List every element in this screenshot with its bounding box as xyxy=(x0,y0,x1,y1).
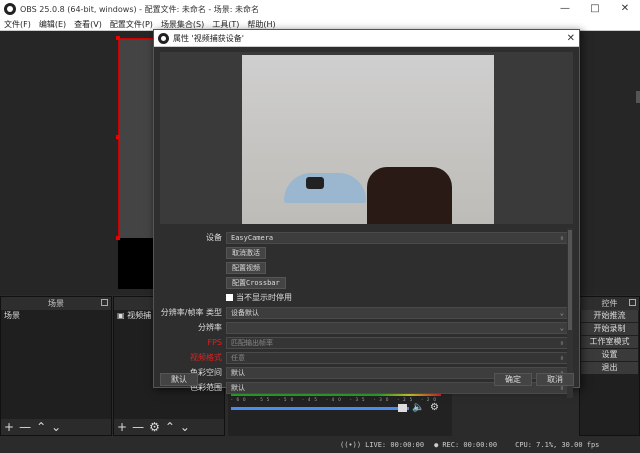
device-label: 设备 xyxy=(206,233,222,242)
properties-dialog: 属性 '视频捕获设备' ✕ 设备 EasyCamera ⇳ 取消激活 配置视频 配… xyxy=(153,29,580,398)
video-format-label: 视频格式 xyxy=(190,353,222,362)
audio-mixer: -60 -55 -50 -45 -40 -35 -30 -25 -20 -15 … xyxy=(228,390,452,436)
configure-video-button[interactable]: 配置视频 xyxy=(226,261,266,274)
fps-select: 匹配输出帧率 ⇳ xyxy=(226,336,568,349)
dialog-titlebar: 属性 '视频捕获设备' ✕ xyxy=(154,30,579,47)
start-streaming-button[interactable]: 开始推流 xyxy=(581,310,638,322)
rec-status: REC: 00:00:00 xyxy=(442,441,498,449)
fps-label: FPS xyxy=(207,338,222,347)
scenes-dock: 场景 场景 + — ⌃ ⌄ xyxy=(0,296,112,436)
volume-slider-knob[interactable] xyxy=(398,404,407,412)
splitter-handle[interactable] xyxy=(636,91,640,103)
resize-handle[interactable] xyxy=(116,36,120,40)
exit-button[interactable]: 退出 xyxy=(581,362,638,374)
source-frame xyxy=(118,238,158,289)
add-icon[interactable]: + xyxy=(4,420,14,434)
add-icon[interactable]: + xyxy=(117,420,127,434)
menu-file[interactable]: 文件(F) xyxy=(0,19,35,30)
video-format-select: 任意 ⇳ xyxy=(226,351,568,364)
chevron-down-icon: ⌄ xyxy=(559,323,564,332)
camera-image xyxy=(242,55,494,224)
move-up-icon[interactable]: ⌃ xyxy=(36,420,46,434)
list-item[interactable]: 场景 xyxy=(1,310,111,321)
remove-icon[interactable]: — xyxy=(19,420,31,434)
properties-form: 设备 EasyCamera ⇳ 取消激活 配置视频 配置Crossbar 当不显示… xyxy=(160,230,568,395)
scenes-dock-title: 场景 xyxy=(1,297,111,310)
remove-icon[interactable]: — xyxy=(132,420,144,434)
cancel-button[interactable]: 取消 xyxy=(536,373,574,386)
gear-icon[interactable]: ⚙ xyxy=(430,402,439,413)
res-type-label: 分辨率/帧率 类型 xyxy=(160,308,222,317)
camera-preview xyxy=(160,52,573,224)
menu-tools[interactable]: 工具(T) xyxy=(208,19,243,30)
move-down-icon[interactable]: ⌄ xyxy=(51,420,61,434)
close-icon[interactable]: ✕ xyxy=(567,30,575,47)
deactivate-when-hidden-checkbox[interactable] xyxy=(226,294,233,301)
speaker-icon[interactable]: 🔈 xyxy=(412,402,424,413)
dialog-title: 属性 '视频捕获设备' xyxy=(173,33,244,43)
checkbox-label: 当不显示时停用 xyxy=(236,293,292,302)
float-dock-icon[interactable] xyxy=(101,299,108,306)
updown-icon: ⇳ xyxy=(559,233,564,242)
cpu-status: CPU: 7.1%, 30.00 fps xyxy=(515,441,600,449)
app-titlebar: OBS 25.0.8 (64-bit, windows) - 配置文件: 未命名… xyxy=(0,0,640,18)
live-icon: ((•)) xyxy=(340,441,362,449)
meter-ticks: -60 -55 -50 -45 -40 -35 -30 -25 -20 -15 … xyxy=(231,397,441,402)
defaults-button[interactable]: 默认 xyxy=(160,373,198,386)
close-icon[interactable]: ✕ xyxy=(610,0,640,18)
resize-handle[interactable] xyxy=(116,236,120,240)
updown-icon: ⇳ xyxy=(559,338,564,347)
settings-button[interactable]: 设置 xyxy=(581,349,638,361)
maximize-icon[interactable]: □ xyxy=(580,0,610,18)
float-dock-icon[interactable] xyxy=(629,299,636,306)
resize-handle[interactable] xyxy=(116,135,120,139)
deactivate-button[interactable]: 取消激活 xyxy=(226,246,266,259)
ok-button[interactable]: 确定 xyxy=(494,373,532,386)
chevron-down-icon: ⌄ xyxy=(559,308,564,317)
menu-profile[interactable]: 配置文件(P) xyxy=(106,19,157,30)
scrollbar-thumb[interactable] xyxy=(568,230,572,330)
menu-help[interactable]: 帮助(H) xyxy=(243,19,279,30)
resolution-select[interactable]: ⌄ xyxy=(226,321,568,334)
controls-dock: 控件 开始推流 开始录制 工作室模式 设置 退出 xyxy=(579,296,640,436)
move-down-icon[interactable]: ⌄ xyxy=(180,420,190,434)
menu-scene-collection[interactable]: 场景集合(S) xyxy=(157,19,208,30)
obs-logo-icon xyxy=(4,3,16,15)
status-bar: ((•)) LIVE: 00:00:00 ● REC: 00:00:00 CPU… xyxy=(0,437,640,453)
sources-toolbar: + — ⚙ ⌃ ⌄ xyxy=(114,419,224,435)
obs-logo-icon xyxy=(158,32,169,44)
minimize-icon[interactable]: — xyxy=(550,0,580,18)
volume-slider[interactable] xyxy=(231,407,409,410)
rec-icon: ● xyxy=(434,441,439,449)
menu-edit[interactable]: 编辑(E) xyxy=(35,19,70,30)
updown-icon: ⇳ xyxy=(559,353,564,362)
move-up-icon[interactable]: ⌃ xyxy=(165,420,175,434)
resolution-label: 分辨率 xyxy=(198,323,222,332)
camera-icon: ▣ xyxy=(117,311,125,320)
configure-crossbar-button[interactable]: 配置Crossbar xyxy=(226,276,286,289)
studio-mode-button[interactable]: 工作室模式 xyxy=(581,336,638,348)
controls-dock-title: 控件 xyxy=(580,297,639,310)
gear-icon[interactable]: ⚙ xyxy=(149,420,160,434)
scenes-toolbar: + — ⌃ ⌄ xyxy=(1,419,111,435)
start-recording-button[interactable]: 开始录制 xyxy=(581,323,638,335)
device-select[interactable]: EasyCamera ⇳ xyxy=(226,231,568,244)
menu-view[interactable]: 查看(V) xyxy=(70,19,106,30)
res-type-select[interactable]: 设备默认 ⌄ xyxy=(226,306,568,319)
live-status: LIVE: 00:00:00 xyxy=(365,441,425,449)
window-title: OBS 25.0.8 (64-bit, windows) - 配置文件: 未命名… xyxy=(20,4,260,14)
